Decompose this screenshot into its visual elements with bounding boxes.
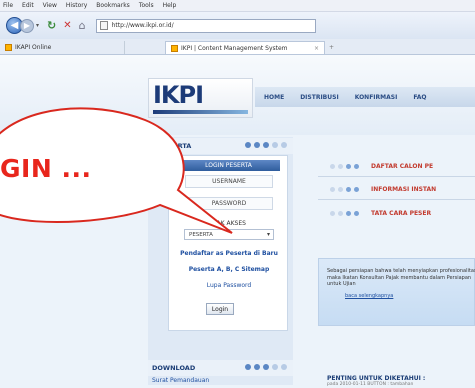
favicon-icon: [5, 44, 12, 51]
navigation-toolbar: ◀ ▶ ▾ ↻ ✕ ⌂ http://www.ikpi.or.id/: [0, 12, 475, 39]
lost-password-link[interactable]: Lupa Password: [169, 282, 289, 289]
right-link-label: DAFTAR CALON PE: [371, 163, 434, 170]
read-more-link[interactable]: baca selengkapnya: [345, 293, 393, 299]
logo-text: IKPI: [153, 81, 204, 109]
top-navigation: HOME DISTRIBUSI KONFIRMASI FAQ: [255, 87, 475, 107]
back-arrow-icon: ◀: [10, 20, 19, 31]
login-button[interactable]: Login: [206, 303, 234, 315]
login-panel: LOGIN PESERTA USERNAME PASSWORD HAK AKSE…: [168, 155, 288, 331]
nav-home[interactable]: HOME: [264, 94, 284, 101]
password-field[interactable]: PASSWORD: [185, 197, 273, 210]
tab-bar: IKAPI Online IKPI | Content Management S…: [0, 39, 475, 55]
access-value: PESERTA: [189, 232, 213, 238]
username-field[interactable]: USERNAME: [185, 175, 273, 188]
register-link[interactable]: Pendaftar as Peserta di Baru: [169, 250, 289, 257]
menu-help[interactable]: Help: [163, 2, 177, 11]
site-header: IKPI HOME DISTRIBUSI KONFIRMASI FAQ: [0, 55, 475, 135]
bookmark-label: IKAPI Online: [15, 44, 52, 51]
address-bar[interactable]: http://www.ikpi.or.id/: [95, 18, 316, 33]
right-link-informasi[interactable]: INFORMASI INSTAN: [330, 186, 436, 193]
nav-faq[interactable]: FAQ: [413, 94, 426, 101]
bookmark-ikapi[interactable]: IKAPI Online: [0, 41, 125, 54]
info-box: Sebagai persiapan bahwa telah menyiapkan…: [318, 258, 475, 326]
menu-bookmarks[interactable]: Bookmarks: [96, 2, 130, 11]
new-tab-button[interactable]: +: [325, 41, 338, 54]
login-header: LOGIN PESERTA: [177, 160, 280, 171]
access-select[interactable]: PESERTA ▾: [184, 229, 274, 240]
download-item[interactable]: Surat Pemandauan: [152, 377, 209, 384]
section-title: A PESERTA: [152, 142, 192, 150]
favicon-icon: [171, 44, 178, 52]
forward-arrow-icon: ▶: [23, 21, 31, 30]
section-dots: [245, 142, 287, 148]
important-title: PENTING UNTUK DIKETAHUI :: [327, 375, 426, 382]
sitemap-link[interactable]: Peserta A, B, C Sitemap: [169, 266, 289, 273]
site-logo[interactable]: IKPI: [148, 78, 253, 118]
nav-konfirmasi[interactable]: KONFIRMASI: [355, 94, 398, 101]
tab-ikpi-cms[interactable]: IKPI | Content Management System ×: [165, 41, 325, 54]
history-dropdown-icon[interactable]: ▾: [36, 22, 39, 29]
menu-view[interactable]: View: [43, 2, 57, 11]
section-title: DOWNLOAD: [152, 364, 196, 372]
info-text: Sebagai persiapan bahwa telah menyiapkan…: [327, 268, 475, 287]
download-section-header: DOWNLOAD: [148, 360, 293, 376]
important-subtitle: pada 2010-01-11 BUTTON : tambahan: [327, 382, 414, 387]
browser-menubar: File Edit View History Bookmarks Tools H…: [0, 0, 475, 12]
refresh-icon[interactable]: ↻: [47, 19, 56, 32]
callout-text: GIN ...: [0, 154, 92, 183]
access-label: HAK AKSES: [212, 220, 246, 227]
home-icon[interactable]: ⌂: [79, 19, 86, 32]
divider: [318, 176, 475, 177]
tab-label: IKPI | Content Management System: [181, 44, 288, 52]
menu-history[interactable]: History: [66, 2, 87, 11]
nav-distribusi[interactable]: DISTRIBUSI: [300, 94, 338, 101]
logo-underline: [153, 110, 248, 114]
menu-tools[interactable]: Tools: [139, 2, 154, 11]
chevron-down-icon: ▾: [266, 231, 270, 238]
stop-icon[interactable]: ✕: [63, 20, 71, 31]
right-link-tatacara[interactable]: TATA CARA PESER: [330, 210, 431, 217]
right-link-daftar[interactable]: DAFTAR CALON PE: [330, 163, 433, 170]
divider: [318, 199, 475, 200]
page-icon: [99, 21, 108, 30]
right-link-label: TATA CARA PESER: [371, 210, 432, 217]
section-dots: [245, 364, 287, 370]
menu-edit[interactable]: Edit: [22, 2, 34, 11]
forward-button[interactable]: ▶: [20, 18, 34, 33]
close-icon[interactable]: ×: [314, 45, 319, 52]
peserta-section-header: A PESERTA: [148, 138, 293, 154]
address-text: http://www.ikpi.or.id/: [111, 22, 174, 29]
menu-file[interactable]: File: [3, 2, 13, 11]
right-link-label: INFORMASI INSTAN: [371, 186, 437, 193]
